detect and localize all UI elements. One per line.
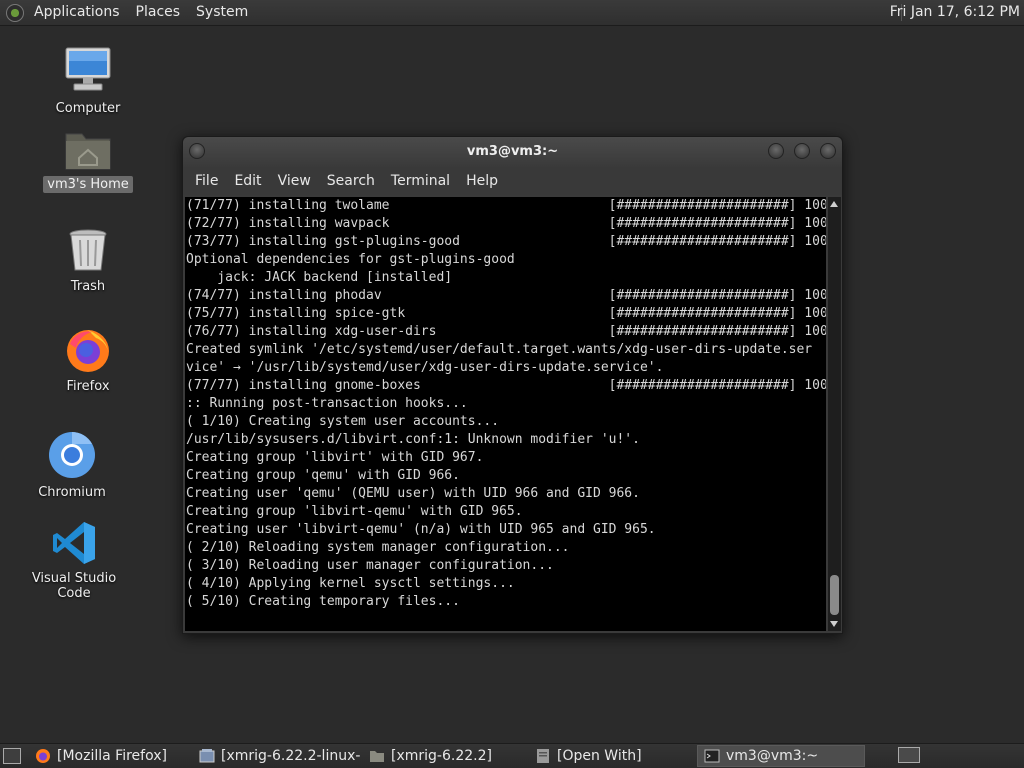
vscode-icon	[53, 522, 95, 564]
top-panel: Applications Places System Fri Jan 17, 6…	[0, 0, 1024, 26]
taskbar-item-label: [xmrig-6.22.2]	[391, 748, 492, 764]
home-folder-icon	[65, 133, 111, 170]
desktop-icon-trash[interactable]: Trash	[28, 226, 148, 295]
menu-search[interactable]: Search	[319, 173, 383, 189]
terminal-line: (71/77) installing twolame [############…	[186, 198, 826, 213]
firefox-icon	[36, 749, 50, 763]
terminal-line: jack: JACK backend [installed]	[186, 270, 453, 285]
menu-applications[interactable]: Applications	[26, 0, 128, 25]
taskbar-item-label: [Mozilla Firefox]	[57, 748, 167, 764]
taskbar-item-label: [xmrig-6.22.2-linux-...	[221, 748, 361, 764]
scroll-thumb[interactable]	[830, 575, 839, 615]
terminal-line: Creating user 'qemu' (QEMU user) with UI…	[186, 486, 640, 501]
terminal-line: Creating group 'qemu' with GID 966.	[186, 468, 460, 483]
terminal-line: vice' → '/usr/lib/systemd/user/xdg-user-…	[186, 360, 664, 375]
menu-bar: File Edit View Search Terminal Help	[183, 167, 842, 195]
taskbar-item-label: [Open With]	[557, 748, 642, 764]
taskbar-item-open-with[interactable]: [Open With]	[529, 745, 695, 767]
terminal-line: :: Running post-transaction hooks...	[186, 396, 468, 411]
menu-file[interactable]: File	[187, 173, 226, 189]
trash-icon	[69, 229, 107, 271]
terminal-line: Creating group 'libvirt-qemu' with GID 9…	[186, 504, 523, 519]
firefox-icon	[67, 330, 109, 372]
menu-places[interactable]: Places	[128, 0, 189, 25]
title-bar[interactable]: vm3@vm3:~	[183, 137, 842, 167]
terminal-line: (75/77) installing spice-gtk [##########…	[186, 306, 826, 321]
terminal-window: vm3@vm3:~ File Edit View Search Terminal…	[182, 136, 843, 634]
taskbar-item-archive[interactable]: [xmrig-6.22.2-linux-...	[193, 745, 361, 767]
desktop-icon-home[interactable]: vm3's Home	[28, 126, 148, 193]
terminal-line: (72/77) installing wavpack [############…	[186, 216, 826, 231]
terminal-line: Creating group 'libvirt' with GID 967.	[186, 450, 484, 465]
desktop-icon-firefox[interactable]: Firefox	[28, 326, 148, 395]
clock[interactable]: Fri Jan 17, 6:12 PM	[890, 0, 1020, 25]
terminal-icon	[704, 749, 720, 763]
desktop-icon-label: Chromium	[38, 485, 106, 500]
dialog-icon	[537, 749, 549, 763]
taskbar-item-label: vm3@vm3:~	[726, 748, 819, 764]
terminal-line: ( 3/10) Reloading user manager configura…	[186, 558, 554, 573]
menu-terminal[interactable]: Terminal	[383, 173, 458, 189]
desktop-icon-vscode[interactable]: Visual Studio Code	[14, 520, 134, 602]
terminal-line: /usr/lib/sysusers.d/libvirt.conf:1: Unkn…	[186, 432, 640, 447]
desktop-icon-label: Computer	[55, 101, 121, 116]
terminal-line: Creating user 'libvirt-qemu' (n/a) with …	[186, 522, 656, 537]
computer-icon	[65, 47, 111, 91]
desktop-icon-label: Visual Studio Code	[31, 571, 117, 601]
desktop-icon-label: Firefox	[66, 379, 110, 394]
desktop-icon-label: Trash	[70, 279, 106, 294]
terminal-line: ( 2/10) Reloading system manager configu…	[186, 540, 570, 555]
workspace-switcher[interactable]	[898, 747, 920, 763]
maximize-button[interactable]	[794, 143, 810, 159]
menu-system[interactable]: System	[188, 0, 256, 25]
terminal-line: (77/77) installing gnome-boxes [########…	[186, 378, 826, 393]
terminal-line: ( 5/10) Creating temporary files...	[186, 594, 460, 609]
terminal-line: (74/77) installing phodav [#############…	[186, 288, 826, 303]
desktop-icon-computer[interactable]: Computer	[28, 44, 148, 117]
show-desktop-button[interactable]	[3, 748, 21, 764]
chromium-icon	[49, 432, 95, 478]
terminal-line: (73/77) installing gst-plugins-good [###…	[186, 234, 826, 249]
applications-menu-icon[interactable]	[6, 3, 24, 22]
taskbar-item-terminal[interactable]: vm3@vm3:~	[697, 745, 865, 767]
scrollbar[interactable]	[828, 197, 841, 631]
scroll-down-icon[interactable]	[830, 621, 838, 627]
desktop-icon-chromium[interactable]: Chromium	[12, 430, 132, 501]
terminal-output[interactable]: (71/77) installing twolame [############…	[185, 197, 826, 631]
menu-view[interactable]: View	[270, 173, 319, 189]
minimize-button[interactable]	[768, 143, 784, 159]
taskbar-item-firefox[interactable]: [Mozilla Firefox]	[29, 745, 191, 767]
folder-icon	[370, 751, 384, 762]
menu-edit[interactable]: Edit	[226, 173, 269, 189]
archive-manager-icon	[199, 749, 215, 763]
menu-help[interactable]: Help	[458, 173, 506, 189]
terminal-line: Created symlink '/etc/systemd/user/defau…	[186, 342, 813, 357]
terminal-line: ( 1/10) Creating system user accounts...	[186, 414, 500, 429]
terminal-line: (76/77) installing xdg-user-dirs [######…	[186, 324, 826, 339]
desktop-icon-label: vm3's Home	[43, 176, 133, 193]
terminal-line: Optional dependencies for gst-plugins-go…	[186, 252, 515, 267]
scroll-up-icon[interactable]	[830, 201, 838, 207]
terminal-line: ( 4/10) Applying kernel sysctl settings.…	[186, 576, 515, 591]
taskbar-item-folder[interactable]: [xmrig-6.22.2]	[363, 745, 527, 767]
close-button[interactable]	[820, 143, 836, 159]
bottom-panel: [Mozilla Firefox] [xmrig-6.22.2-linux-..…	[0, 743, 1024, 768]
window-title: vm3@vm3:~	[466, 144, 559, 159]
